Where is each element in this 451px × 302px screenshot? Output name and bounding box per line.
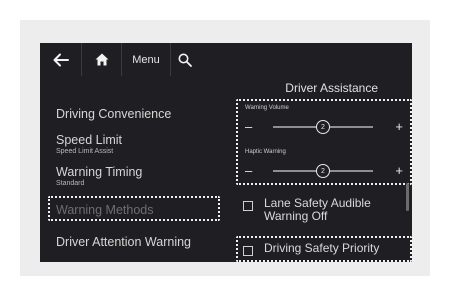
menu-item-speed-limit[interactable]: Speed Limit Speed Limit Assist: [56, 133, 122, 155]
menu-item-label: Warning Timing: [56, 165, 143, 179]
search-icon: [178, 53, 193, 67]
menu-item-label: Speed Limit: [56, 133, 123, 147]
option-driving-safety-priority[interactable]: Driving Safety Priority: [243, 242, 379, 256]
warning-volume-label: Warning Volume: [245, 105, 289, 111]
home-button[interactable]: [82, 43, 123, 76]
menu-item-label: Driving Convenience: [56, 107, 172, 121]
option-label: Lane Safety Audible Warning Off: [264, 196, 371, 223]
volume-decrease-button[interactable]: –: [245, 119, 252, 135]
slider-knob[interactable]: 2: [316, 164, 330, 178]
haptic-decrease-button[interactable]: –: [245, 163, 252, 179]
menu-item-value: Speed Limit Assist: [56, 148, 114, 155]
section-title: Driver Assistance: [285, 81, 378, 95]
menu-item-driving-convenience[interactable]: Driving Convenience: [56, 107, 171, 121]
back-button[interactable]: [40, 43, 83, 76]
option-label: Driving Safety Priority: [264, 241, 380, 255]
top-bar: Menu: [40, 43, 200, 76]
volume-increase-button[interactable]: +: [395, 119, 403, 135]
checkbox[interactable]: [243, 246, 253, 256]
haptic-increase-button[interactable]: +: [395, 163, 403, 179]
warning-volume-slider[interactable]: – 2 +: [243, 119, 403, 135]
menu-item-label: Driver Attention Warning: [56, 235, 192, 249]
highlight-warning-methods: [48, 196, 220, 221]
menu-item-driver-attention-warning[interactable]: Driver Attention Warning: [56, 235, 206, 250]
haptic-warning-label: Haptic Warning: [245, 149, 286, 155]
scrollbar[interactable]: [406, 183, 409, 211]
home-icon: [95, 53, 109, 66]
warning-volume-value: 2: [321, 123, 325, 131]
checkbox[interactable]: [243, 201, 253, 211]
haptic-warning-value: 2: [321, 167, 325, 175]
menu-item-warning-timing[interactable]: Warning Timing Standard: [56, 165, 142, 187]
option-lane-safety-audible-warning-off[interactable]: Lane Safety Audible Warning Off: [243, 197, 394, 223]
arrow-left-icon: [53, 53, 69, 66]
search-button[interactable]: [171, 43, 200, 76]
slider-knob[interactable]: 2: [316, 120, 330, 134]
menu-item-value: Standard: [56, 180, 85, 187]
menu-label: Menu: [132, 53, 160, 66]
infotainment-screen: Menu Driver Assistance Driving Convenien…: [40, 43, 412, 262]
haptic-warning-slider[interactable]: – 2 +: [243, 163, 403, 179]
menu-button[interactable]: Menu: [122, 43, 171, 76]
